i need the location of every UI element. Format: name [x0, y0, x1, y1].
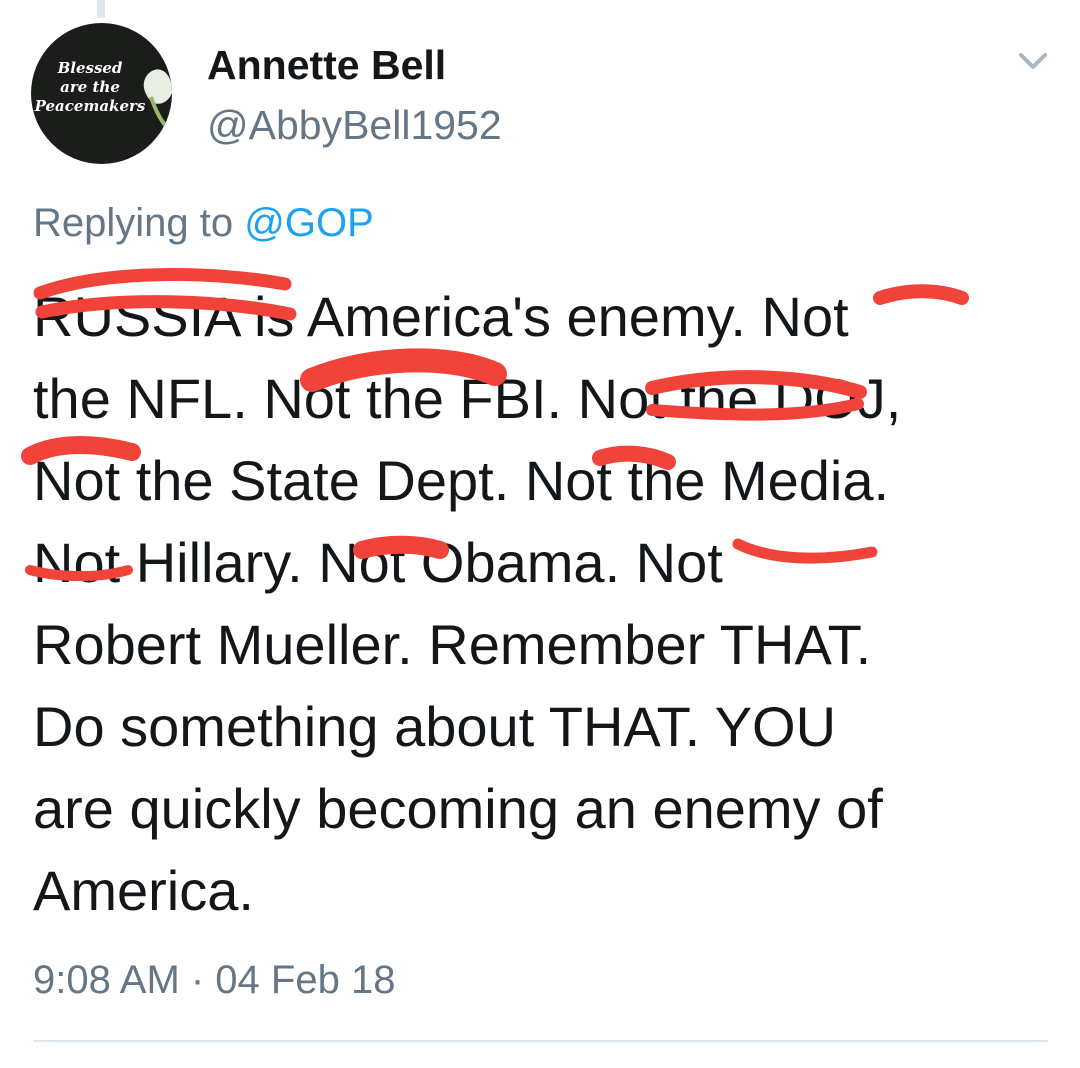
avatar-text: Blessed are the Peacemakers [34, 59, 146, 115]
user-handle[interactable]: @AbbyBell1952 [207, 100, 502, 150]
divider [33, 1040, 1048, 1042]
avatar[interactable]: Blessed are the Peacemakers [31, 23, 172, 164]
replying-to-label: Replying to [33, 201, 245, 245]
chevron-down-icon[interactable] [1015, 46, 1051, 76]
tweet-detail: Blessed are the Peacemakers Annette Bell… [0, 0, 1080, 1068]
thread-connector-line [97, 0, 105, 18]
tweet-timestamp[interactable]: 9:08 AM · 04 Feb 18 [33, 955, 395, 1005]
reply-mention-link[interactable]: @GOP [244, 201, 374, 245]
tweet-text: RUSSIA is America's enemy. Not the NFL. … [33, 285, 902, 922]
display-name[interactable]: Annette Bell [207, 40, 446, 90]
replying-to-line: Replying to @GOP [33, 198, 374, 248]
